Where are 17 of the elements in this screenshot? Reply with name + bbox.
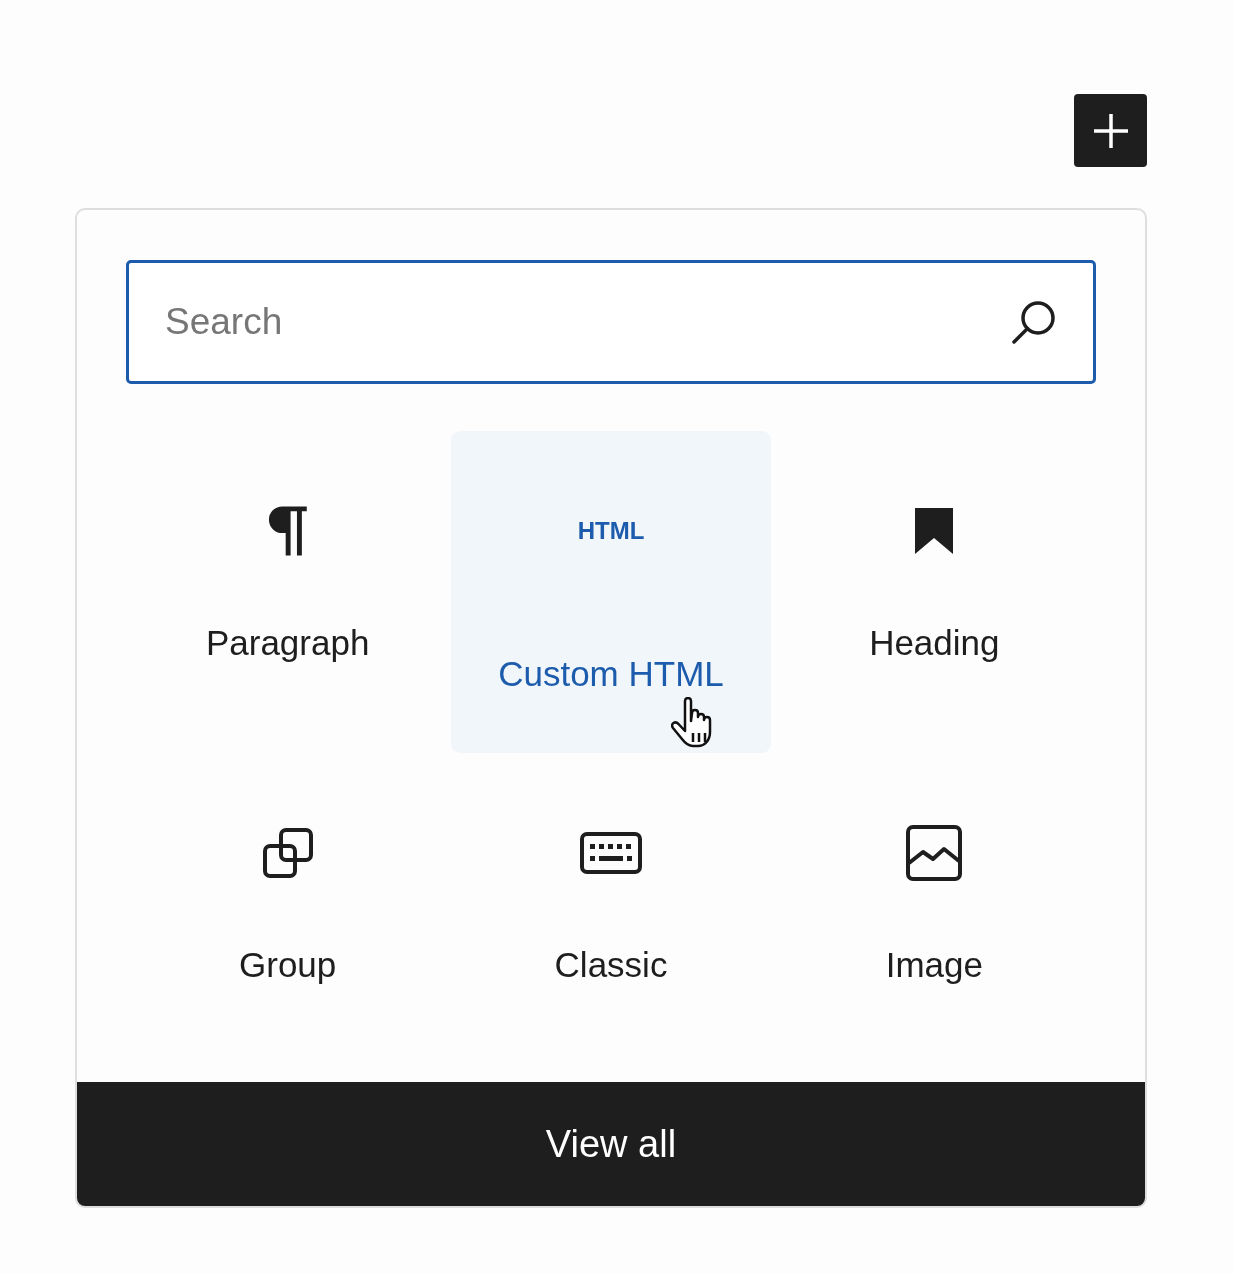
block-tile[interactable]: HTML Custom HTML xyxy=(451,431,771,753)
block-tile[interactable]: Paragraph xyxy=(128,431,448,753)
keyboard-icon xyxy=(580,832,642,874)
block-tile[interactable]: Heading xyxy=(774,431,1094,753)
add-button[interactable] xyxy=(1074,94,1147,167)
image-icon xyxy=(906,825,963,881)
search-icon xyxy=(1011,299,1057,345)
block-tile[interactable]: Classic xyxy=(451,753,771,1075)
html-icon: HTML xyxy=(577,519,645,543)
search-field[interactable]: Search xyxy=(126,260,1096,384)
block-tile[interactable]: Image xyxy=(774,753,1094,1075)
bookmark-icon xyxy=(915,508,954,554)
overlapping-squares-icon xyxy=(262,828,313,878)
view-all-button[interactable]: View all xyxy=(77,1082,1145,1206)
plus-icon xyxy=(1093,113,1128,148)
block-tile[interactable]: Group xyxy=(128,753,448,1075)
search-input[interactable]: Search xyxy=(165,301,995,343)
